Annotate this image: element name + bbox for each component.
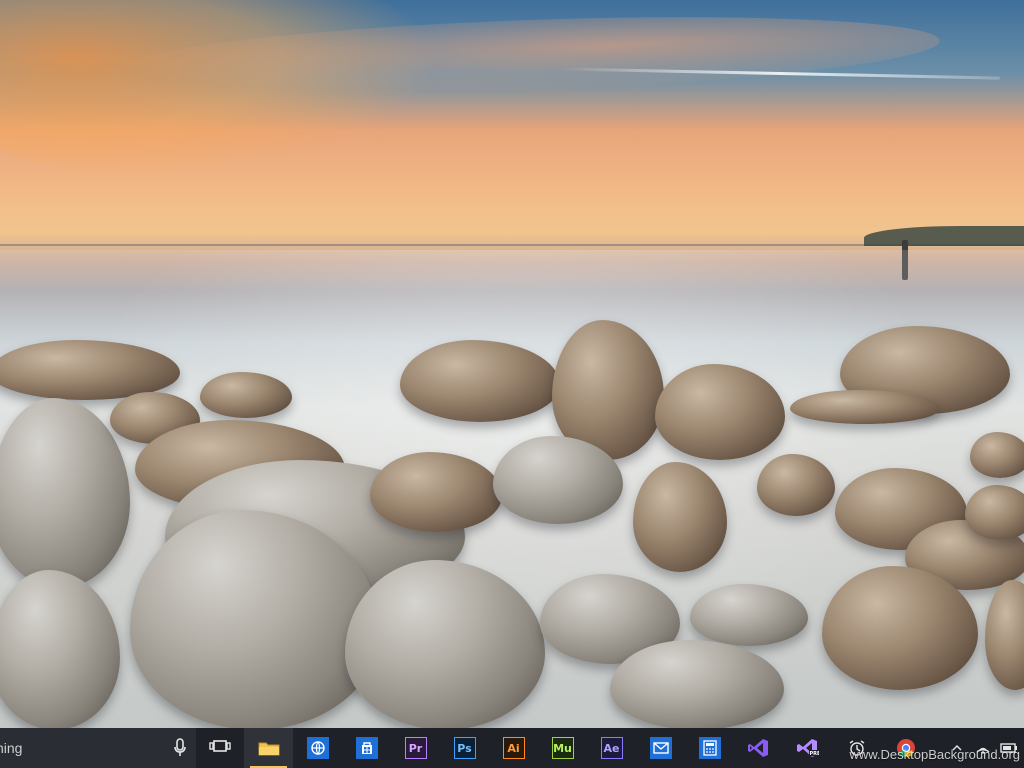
taskbar-app-visual-studio[interactable] <box>734 728 783 768</box>
cortana-search-box[interactable]: hing <box>0 728 196 768</box>
folder-icon <box>258 737 280 759</box>
taskbar-app-mail[interactable] <box>636 728 685 768</box>
rock <box>790 390 940 424</box>
mail-icon <box>649 737 672 759</box>
search-text: hing <box>0 740 23 756</box>
store-icon <box>355 737 378 759</box>
task-view-button[interactable] <box>196 728 244 768</box>
taskbar-app-premiere[interactable]: Pr <box>391 728 440 768</box>
taskbar-app-calculator[interactable] <box>685 728 734 768</box>
watermark-text: www.DesktopBackground.org <box>849 747 1020 762</box>
taskbar-app-photoshop[interactable]: Ps <box>440 728 489 768</box>
premiere-icon: Pr <box>404 737 427 759</box>
calculator-icon <box>698 737 721 759</box>
rock <box>965 485 1024 540</box>
taskbar-app-file-explorer[interactable] <box>244 728 293 768</box>
premiere-label: Pr <box>408 741 423 755</box>
taskbar-app-visual-studio-preview[interactable]: PRE <box>783 728 832 768</box>
illustrator-icon: Ai <box>502 737 525 759</box>
muse-icon: Mu <box>551 737 574 759</box>
task-view-icon <box>209 738 231 759</box>
visual-studio-icon <box>747 737 770 759</box>
visual-studio-preview-icon: PRE <box>796 737 819 759</box>
desktop-wallpaper <box>0 0 1024 728</box>
rock <box>970 432 1024 478</box>
distant-shore <box>864 226 1024 246</box>
svg-text:PRE: PRE <box>809 751 819 757</box>
after-effects-icon: Ae <box>600 737 623 759</box>
after-effects-label: Ae <box>603 741 620 755</box>
taskbar-app-muse[interactable]: Mu <box>538 728 587 768</box>
taskbar-app-illustrator[interactable]: Ai <box>489 728 538 768</box>
taskbar-app-store[interactable] <box>342 728 391 768</box>
photoshop-label: Ps <box>457 741 472 755</box>
taskbar-app-after-effects[interactable]: Ae <box>587 728 636 768</box>
taskbar-app-internet-explorer[interactable] <box>293 728 342 768</box>
muse-label: Mu <box>553 741 572 755</box>
microphone-icon[interactable] <box>174 738 186 758</box>
photoshop-icon: Ps <box>453 737 476 759</box>
globe-icon <box>306 737 329 759</box>
illustrator-label: Ai <box>507 741 520 755</box>
